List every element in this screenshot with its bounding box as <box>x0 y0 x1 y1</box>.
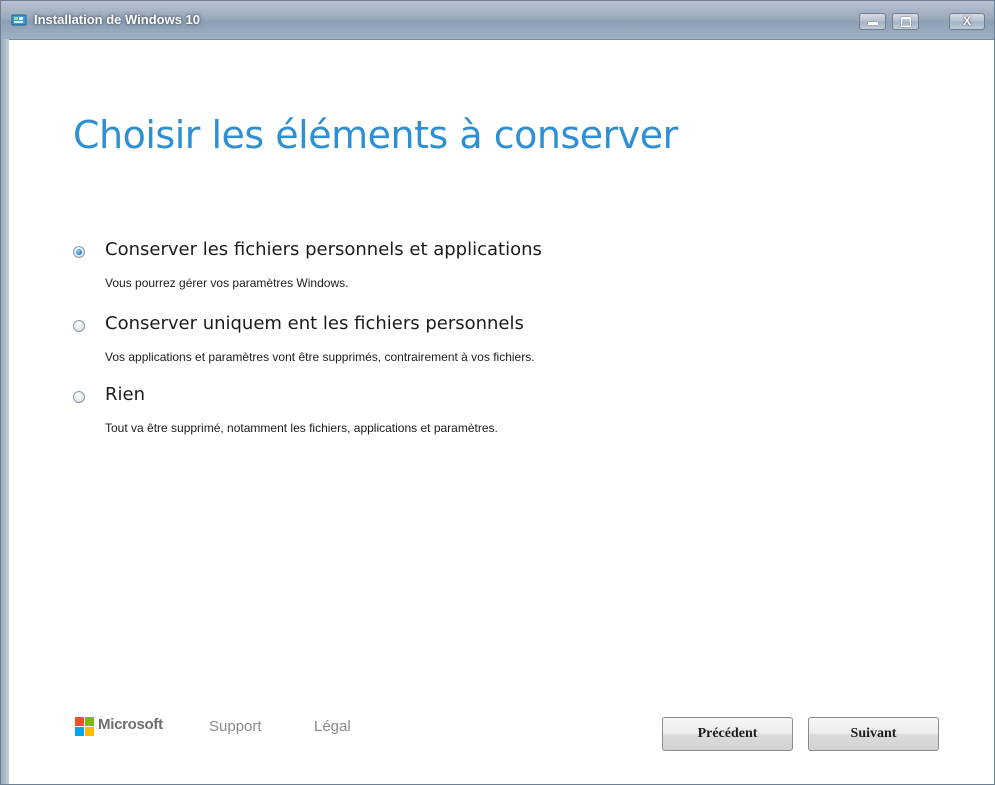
option-description: Vous pourrez gérer vos paramètres Window… <box>105 276 349 290</box>
microsoft-brand: Microsoft <box>98 716 163 733</box>
close-icon: X <box>962 14 971 28</box>
radio-keep-files-and-apps[interactable] <box>73 246 85 258</box>
option-description: Vos applications et paramètres vont être… <box>105 350 535 364</box>
option-label[interactable]: Conserver les fichiers personnels et app… <box>105 239 542 260</box>
page-title: Choisir les éléments à conserver <box>73 113 678 157</box>
support-link[interactable]: Support <box>209 718 262 735</box>
option-label[interactable]: Conserver uniquem ent les fichiers perso… <box>105 313 524 334</box>
title-bar[interactable]: Installation de Windows 10 X <box>1 1 994 40</box>
maximize-button[interactable] <box>892 13 919 30</box>
setup-window: Installation de Windows 10 X Choisir les… <box>0 0 995 785</box>
microsoft-logo-icon <box>75 717 94 736</box>
close-button[interactable]: X <box>949 13 985 30</box>
radio-nothing[interactable] <box>73 391 85 403</box>
legal-link[interactable]: Légal <box>314 718 351 735</box>
option-label[interactable]: Rien <box>105 384 145 405</box>
window-title: Installation de Windows 10 <box>34 12 201 27</box>
window-left-edge <box>1 39 9 784</box>
radio-keep-files-only[interactable] <box>73 320 85 332</box>
previous-button[interactable]: Précédent <box>662 717 793 751</box>
windows-setup-icon <box>11 14 27 26</box>
option-description: Tout va être supprimé, notamment les fic… <box>105 421 498 435</box>
minimize-button[interactable] <box>859 13 886 30</box>
next-button[interactable]: Suivant <box>808 717 939 751</box>
